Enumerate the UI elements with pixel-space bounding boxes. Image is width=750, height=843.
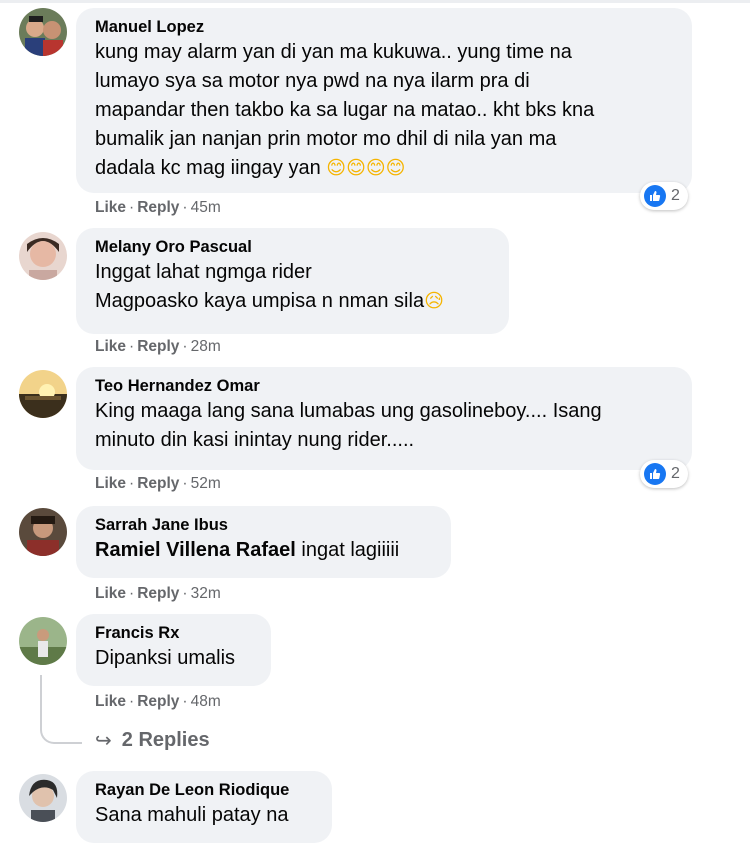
avatar[interactable]: [19, 774, 67, 822]
comment-author[interactable]: Manuel Lopez: [95, 17, 672, 37]
avatar[interactable]: [19, 370, 67, 418]
comment-bubble: Teo Hernandez Omar King maaga lang sana …: [76, 367, 692, 470]
reaction-count-value: 2: [671, 465, 680, 482]
avatar[interactable]: [19, 617, 67, 665]
like-button[interactable]: Like: [95, 199, 126, 216]
comment-text: Inggat lahat ngmga rider Magpoasko kaya …: [95, 261, 444, 312]
like-icon: [644, 185, 666, 207]
comment-text: King maaga lang sana lumabas ung gasolin…: [95, 400, 602, 451]
comment-time[interactable]: 52m: [191, 475, 221, 492]
reaction-count-value: 2: [671, 187, 680, 204]
thread-connector: [40, 675, 82, 744]
like-button[interactable]: Like: [95, 693, 126, 710]
comment-text: Dipanksi umalis: [95, 647, 236, 669]
comment-text: kung may alarm yan di yan ma kukuwa.. yu…: [95, 41, 595, 179]
comment-text: Sana mahuli patay na: [95, 804, 289, 826]
reply-button[interactable]: Reply: [137, 475, 179, 492]
sad-emoji-icon: 😥: [424, 290, 444, 312]
comment-actions: Like · Reply · 32m: [95, 585, 221, 602]
comment-bubble: Melany Oro Pascual Inggat lahat ngmga ri…: [76, 228, 509, 334]
comment-time[interactable]: 45m: [191, 199, 221, 216]
comment-actions: Like · Reply · 52m: [95, 475, 221, 492]
reply-button[interactable]: Reply: [137, 585, 179, 602]
replies-label: 2 Replies: [121, 729, 210, 751]
like-icon: [644, 463, 666, 485]
comment-bubble: Manuel Lopez kung may alarm yan di yan m…: [76, 8, 692, 193]
comment-author[interactable]: Rayan De Leon Riodique: [95, 780, 312, 800]
reaction-count[interactable]: 2: [640, 460, 688, 488]
like-button[interactable]: Like: [95, 585, 126, 602]
reply-arrow-icon: ↪: [95, 730, 112, 752]
view-replies-link[interactable]: ↪ 2 Replies: [95, 728, 210, 753]
comment-actions: Like · Reply · 28m: [95, 338, 221, 355]
comment-author[interactable]: Sarrah Jane Ibus: [95, 515, 431, 535]
comment-time[interactable]: 48m: [191, 693, 221, 710]
comment-bubble: Francis Rx Dipanksi umalis: [76, 614, 271, 686]
comment-author[interactable]: Melany Oro Pascual: [95, 237, 489, 257]
comment-bubble: Sarrah Jane Ibus Ramiel Villena Rafael i…: [76, 506, 451, 578]
comment-actions: Like · Reply · 45m: [95, 199, 221, 216]
comment-actions: Like · Reply · 48m: [95, 693, 221, 710]
like-button[interactable]: Like: [95, 338, 126, 355]
comment-author[interactable]: Francis Rx: [95, 623, 251, 643]
mention-link[interactable]: Ramiel Villena Rafael: [95, 539, 296, 561]
reply-button[interactable]: Reply: [137, 693, 179, 710]
like-button[interactable]: Like: [95, 475, 126, 492]
comment-bubble: Rayan De Leon Riodique Sana mahuli patay…: [76, 771, 332, 843]
reaction-count[interactable]: 2: [640, 182, 688, 210]
comment-time[interactable]: 32m: [191, 585, 221, 602]
comment-text: Ramiel Villena Rafael ingat lagiiiii: [95, 539, 400, 561]
avatar[interactable]: [19, 232, 67, 280]
avatar[interactable]: [19, 8, 67, 56]
avatar[interactable]: [19, 508, 67, 556]
comment-author[interactable]: Teo Hernandez Omar: [95, 376, 672, 396]
reply-button[interactable]: Reply: [137, 338, 179, 355]
smile-emoji-icon: 😊😊😊😊: [326, 157, 406, 179]
reply-button[interactable]: Reply: [137, 199, 179, 216]
top-divider: [0, 0, 750, 3]
comment-time[interactable]: 28m: [191, 338, 221, 355]
